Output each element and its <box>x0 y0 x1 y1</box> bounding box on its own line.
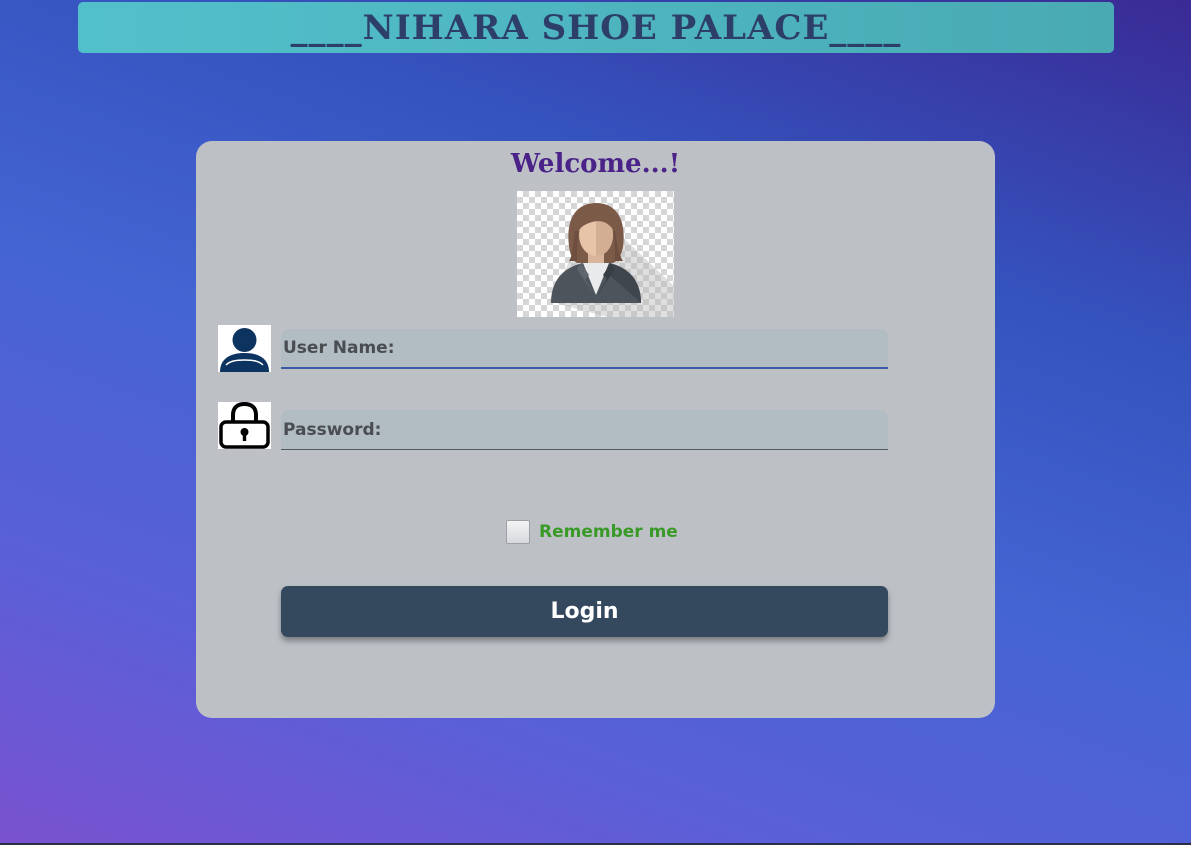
username-field[interactable]: User Name: <box>281 328 888 369</box>
page: { "header": { "title": "____NIHARA SHOE … <box>0 0 1191 845</box>
user-icon <box>218 325 271 372</box>
username-label: User Name: <box>283 338 395 358</box>
welcome-heading: Welcome...! <box>510 149 681 179</box>
password-field[interactable]: Password: <box>281 409 888 450</box>
login-button[interactable]: Login <box>281 586 888 637</box>
remember-me-checkbox[interactable] <box>506 520 530 544</box>
lock-icon <box>218 402 271 449</box>
username-input[interactable] <box>400 328 888 368</box>
remember-me[interactable]: Remember me <box>506 520 678 544</box>
password-input[interactable] <box>387 409 888 450</box>
app-title: ____NIHARA SHOE PALACE____ <box>290 7 902 48</box>
login-card: Welcome...! User Name: Password: Remembe… <box>196 141 995 718</box>
password-label: Password: <box>283 419 382 440</box>
remember-me-label[interactable]: Remember me <box>539 522 678 542</box>
user-avatar-icon <box>517 191 674 317</box>
title-bar: ____NIHARA SHOE PALACE____ <box>78 2 1114 53</box>
